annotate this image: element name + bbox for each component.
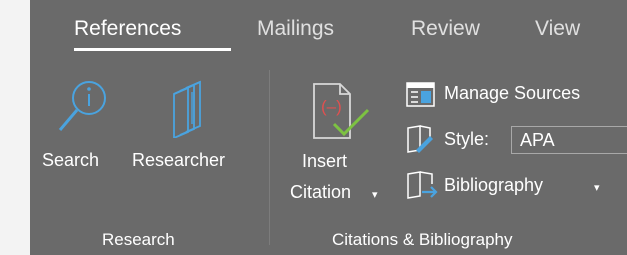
bibliography-chevron-down-icon: ▾ [594, 182, 600, 194]
manage-sources-button[interactable]: Manage Sources [406, 80, 627, 110]
manage-sources-label: Manage Sources [444, 83, 581, 103]
tab-review[interactable]: Review [411, 17, 480, 41]
search-button[interactable]: Search [42, 78, 128, 180]
research-group-label: Research [102, 230, 175, 249]
tab-view[interactable]: View [535, 17, 580, 41]
researcher-button[interactable]: Researcher [130, 78, 252, 180]
bibliography-label: Bibliography [444, 175, 544, 195]
citations-group-label: Citations & Bibliography [332, 230, 513, 249]
tab-mailings[interactable]: Mailings [257, 17, 334, 41]
style-label: Style: [444, 129, 490, 149]
insert-citation-label-line2: Citation [290, 182, 352, 202]
style-icon [406, 124, 436, 159]
tab-references[interactable]: References [74, 17, 181, 41]
search-label: Search [42, 150, 100, 170]
search-icon [52, 78, 112, 143]
manage-sources-icon [406, 82, 436, 113]
ribbon-tabs: References Mailings Review View [30, 0, 627, 62]
insert-citation-button[interactable]: (–) Insert Citation ▾ [288, 78, 392, 210]
insert-citation-icon: (–) [310, 82, 374, 147]
chevron-down-icon: ▾ [372, 189, 378, 201]
style-dropdown[interactable]: APA [511, 126, 627, 154]
svg-text:(–): (–) [321, 97, 342, 116]
researcher-label: Researcher [132, 150, 226, 170]
bibliography-icon [406, 170, 438, 205]
group-separator [269, 70, 270, 245]
insert-citation-label-line1: Insert [302, 151, 348, 171]
bibliography-button[interactable]: Bibliography ▾ [406, 170, 606, 200]
active-tab-underline [74, 48, 231, 51]
style-value: APA [520, 130, 555, 150]
style-control: Style: [406, 124, 510, 154]
ribbon: References Mailings Review View Search R… [30, 0, 627, 255]
researcher-icon [166, 80, 216, 143]
